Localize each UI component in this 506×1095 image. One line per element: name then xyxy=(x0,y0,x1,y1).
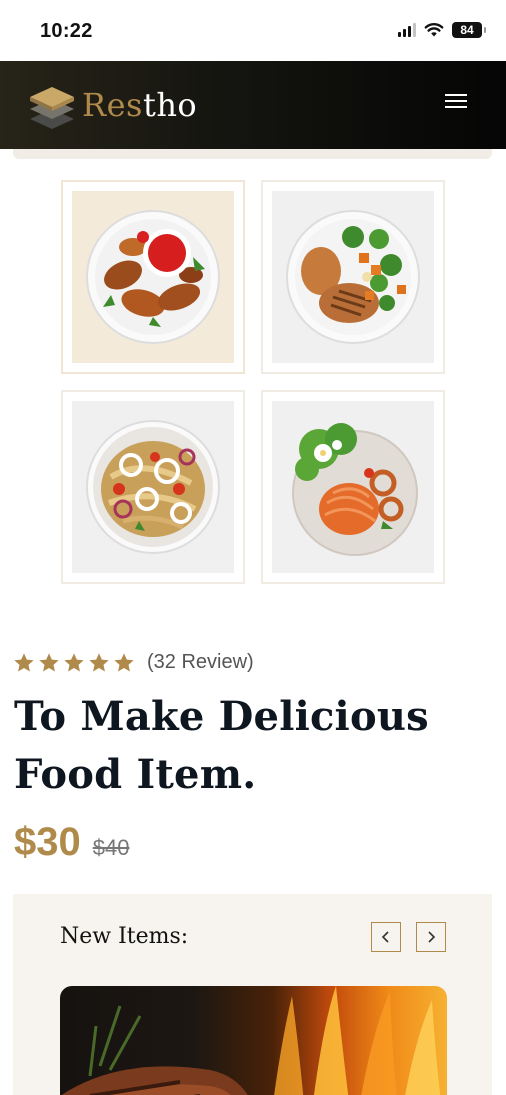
battery-icon: 84 xyxy=(452,22,486,38)
status-time: 10:22 xyxy=(40,20,93,42)
grilled-chicken-dish-icon xyxy=(86,210,220,344)
hamburger-icon-line xyxy=(445,100,467,102)
pasta-salad-dish-icon xyxy=(86,420,220,554)
logo-text[interactable]: Restho xyxy=(82,85,197,125)
new-items-title: New Items: xyxy=(60,924,189,949)
hamburger-icon-line xyxy=(445,106,467,108)
new-item-image[interactable] xyxy=(60,986,447,1095)
gallery-thumbnail-2[interactable] xyxy=(261,180,445,374)
star-icon xyxy=(64,652,84,672)
thumbnail-image-frame xyxy=(272,401,434,573)
gallery-thumbnail-3[interactable] xyxy=(61,390,245,584)
site-header: Restho xyxy=(0,61,506,149)
thumbnail-image-frame xyxy=(72,401,234,573)
chicken-vegetables-dish-icon xyxy=(286,210,420,344)
thumbnail-image-frame xyxy=(272,191,434,363)
chevron-left-icon xyxy=(381,931,389,943)
logo-text-part1: Res xyxy=(82,86,143,124)
spaghetti-dish-icon xyxy=(292,423,418,556)
logo-icon xyxy=(30,87,74,129)
cellular-signal-icon xyxy=(398,23,416,37)
section-top-strip xyxy=(13,149,492,159)
new-items-section: New Items: xyxy=(13,894,492,1095)
star-icon xyxy=(39,652,59,672)
next-button[interactable] xyxy=(416,922,446,952)
old-price: $40 xyxy=(92,835,130,860)
star-icon xyxy=(89,652,109,672)
star-icon xyxy=(14,652,34,672)
review-count[interactable]: (32 Review) xyxy=(147,651,254,674)
hamburger-icon-line xyxy=(445,94,467,96)
grilled-steak-flames-image xyxy=(61,986,441,1095)
current-price: $30 xyxy=(14,820,81,864)
product-title: To Make Delicious Food Item. xyxy=(14,693,429,798)
gallery-thumbnail-1[interactable] xyxy=(61,180,245,374)
status-bar: 10:22 84 xyxy=(0,0,506,61)
logo-text-part2: tho xyxy=(142,86,198,124)
star-icon xyxy=(114,652,134,672)
wifi-icon xyxy=(424,23,444,37)
product-rating: (32 Review) xyxy=(13,651,254,674)
chevron-right-icon xyxy=(428,931,436,943)
rating-stars xyxy=(13,652,135,674)
gallery-thumbnail-4[interactable] xyxy=(261,390,445,584)
status-icons: 84 xyxy=(398,22,486,38)
thumbnail-image-frame xyxy=(72,191,234,363)
previous-button[interactable] xyxy=(371,922,401,952)
hamburger-menu-button[interactable] xyxy=(440,92,472,118)
price-row: $30 $40 xyxy=(14,820,129,865)
